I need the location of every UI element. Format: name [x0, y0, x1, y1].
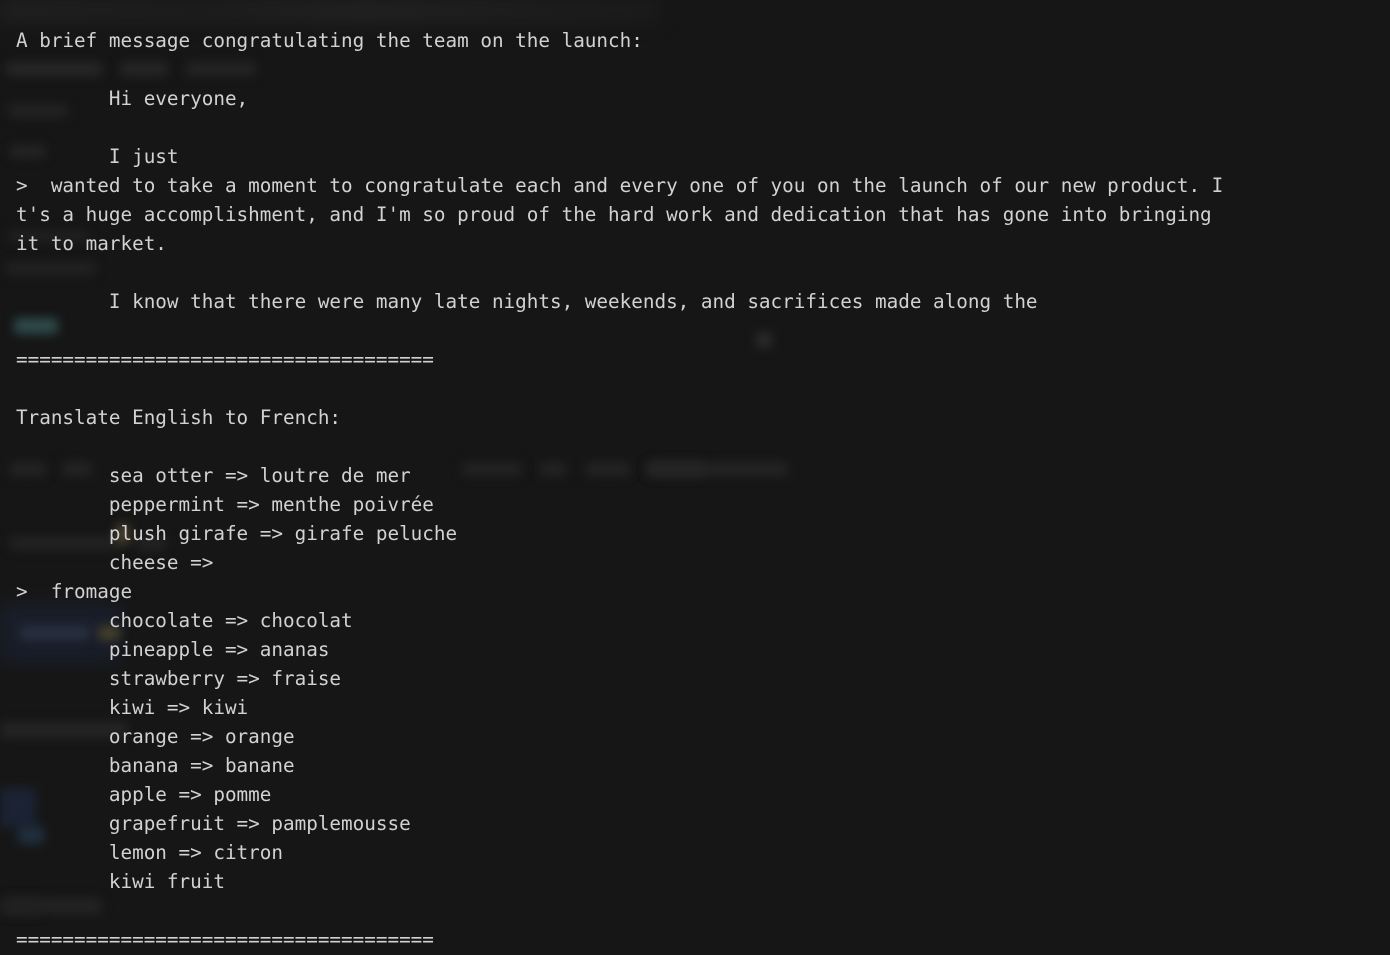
terminal-line-pair-orange: orange => orange: [16, 725, 295, 748]
terminal-line-pair-strawberry: strawberry => fraise: [16, 667, 342, 690]
terminal-line-greeting: Hi everyone,: [16, 87, 249, 110]
terminal-line-prompt-continuation: > wanted to take a moment to congratulat…: [16, 174, 1224, 197]
terminal-line-pair-plush-girafe: plush girafe => girafe peluche: [16, 522, 458, 545]
terminal-line-pair-apple: apple => pomme: [16, 783, 272, 806]
terminal-output[interactable]: A brief message congratulating the team …: [0, 0, 1390, 955]
terminal-line-pair-pineapple: pineapple => ananas: [16, 638, 330, 661]
terminal-line-separator-top: ====================================: [16, 348, 434, 371]
terminal-line-pair-kiwi: kiwi => kiwi: [16, 696, 249, 719]
terminal-line-pair-sea-otter: sea otter => loutre de mer: [16, 464, 411, 487]
terminal-line-translate-heading: Translate English to French:: [16, 406, 342, 429]
terminal-line-pair-cheese: cheese =>: [16, 551, 214, 574]
terminal-line-pair-lemon: lemon => citron: [16, 841, 283, 864]
terminal-line-pair-chocolate: chocolate => chocolat: [16, 609, 353, 632]
terminal-line-body-paragraph-2: I know that there were many late nights,…: [16, 290, 1038, 313]
terminal-line-pair-kiwi-fruit: kiwi fruit: [16, 870, 225, 893]
terminal-line-prompt-fromage: > fromage: [16, 580, 133, 603]
terminal-line-body-wrap-2: it to market.: [16, 232, 167, 255]
terminal-line-task-prompt: A brief message congratulating the team …: [16, 29, 643, 52]
terminal-line-pair-grapefruit: grapefruit => pamplemousse: [16, 812, 411, 835]
terminal-line-pair-banana: banana => banane: [16, 754, 295, 777]
terminal-line-pair-peppermint: peppermint => menthe poivrée: [16, 493, 434, 516]
terminal-line-body-start: I just: [16, 145, 179, 168]
terminal-line-separator-bottom: ====================================: [16, 928, 434, 951]
terminal-line-body-wrap-1: t's a huge accomplishment, and I'm so pr…: [16, 203, 1212, 226]
